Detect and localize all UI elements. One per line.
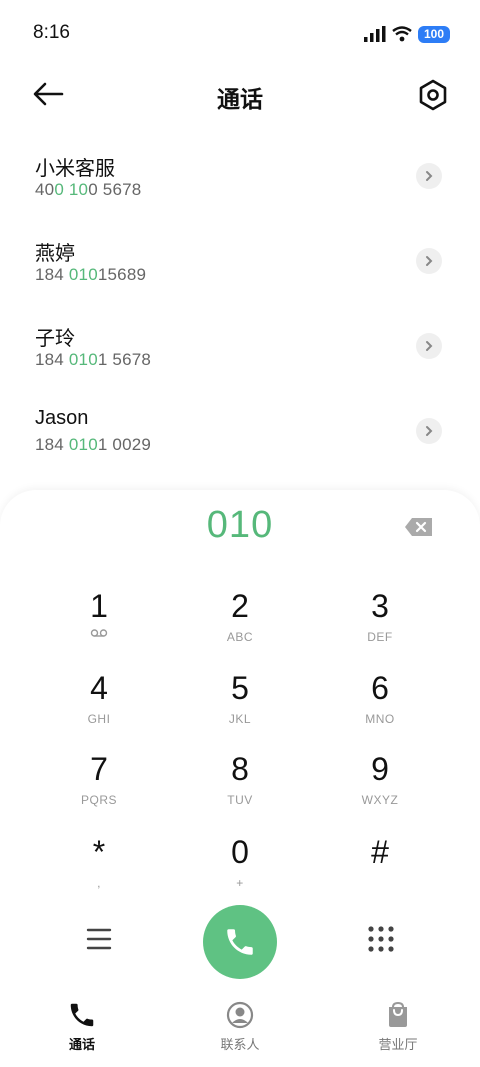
key-8[interactable]: 8 TUV <box>170 751 310 831</box>
chevron-right-icon[interactable] <box>416 418 442 444</box>
contact-name: Jason <box>35 407 89 429</box>
key-4[interactable]: 4 GHI <box>29 670 169 750</box>
key-9[interactable]: 9 WXYZ <box>310 751 450 831</box>
contact-number: 184 0101 5678 <box>35 350 152 369</box>
chevron-right-icon[interactable] <box>416 163 442 189</box>
tab-label: 营业厅 <box>378 1037 418 1052</box>
chevron-right-icon[interactable] <box>416 333 442 359</box>
contact-item[interactable]: Jason 184 0101 0029 <box>0 395 480 480</box>
backspace-icon[interactable] <box>404 516 434 538</box>
settings-icon[interactable] <box>416 78 450 112</box>
contact-name: 小米客服 <box>35 158 115 180</box>
phone-icon <box>227 929 253 955</box>
phone-icon <box>70 1003 94 1027</box>
contact-suggestions: 小米客服 400 100 5678 燕婷 184 01015689 子玲 184… <box>0 140 480 480</box>
key-3[interactable]: 3 DEF <box>310 588 450 668</box>
battery-indicator: 100 <box>417 25 450 43</box>
dialer-panel: 010 1 2 ABC 3 DEF 4 GHI 5 JKL 6 MNO 7 PQ… <box>0 490 480 990</box>
menu-icon[interactable] <box>82 924 116 954</box>
keypad-grid-icon[interactable] <box>366 924 396 954</box>
wifi-icon <box>392 26 412 42</box>
signal-icon <box>363 26 386 42</box>
contact-item[interactable]: 小米客服 400 100 5678 <box>0 140 480 225</box>
dialer-actions <box>0 900 480 980</box>
page-title: 通话 <box>217 86 263 112</box>
tab-label: 通话 <box>68 1037 95 1052</box>
shop-bag-icon <box>389 1001 407 1027</box>
contact-number: 184 01015689 <box>35 265 147 284</box>
call-button[interactable] <box>203 905 277 979</box>
voicemail-icon <box>90 629 108 637</box>
contact-item[interactable]: 子玲 184 0101 5678 <box>0 310 480 395</box>
status-bar: 8:16 100 <box>0 0 480 64</box>
key-1[interactable]: 1 <box>29 588 169 668</box>
contact-name: 燕婷 <box>35 243 75 265</box>
tab-business-hall[interactable]: 营业厅 <box>338 1000 458 1053</box>
contact-number: 400 100 5678 <box>35 180 142 199</box>
key-7[interactable]: 7 PQRS <box>29 751 169 831</box>
tab-contacts[interactable]: 联系人 <box>180 1000 300 1053</box>
header: 通话 <box>0 64 480 124</box>
chevron-right-icon[interactable] <box>416 248 442 274</box>
bottom-tab-bar: 通话 联系人 营业厅 <box>0 990 480 1067</box>
key-2[interactable]: 2 ABC <box>170 588 310 668</box>
tab-calls[interactable]: 通话 <box>22 1000 142 1053</box>
status-icons: 100 <box>363 24 450 44</box>
key-5[interactable]: 5 JKL <box>170 670 310 750</box>
contact-icon <box>226 1001 254 1029</box>
key-6[interactable]: 6 MNO <box>310 670 450 750</box>
contact-number: 184 0101 0029 <box>35 435 152 454</box>
status-time: 8:16 <box>33 22 70 43</box>
tab-label: 联系人 <box>220 1037 260 1052</box>
contact-name: 子玲 <box>35 328 75 350</box>
contact-item[interactable]: 燕婷 184 01015689 <box>0 225 480 310</box>
